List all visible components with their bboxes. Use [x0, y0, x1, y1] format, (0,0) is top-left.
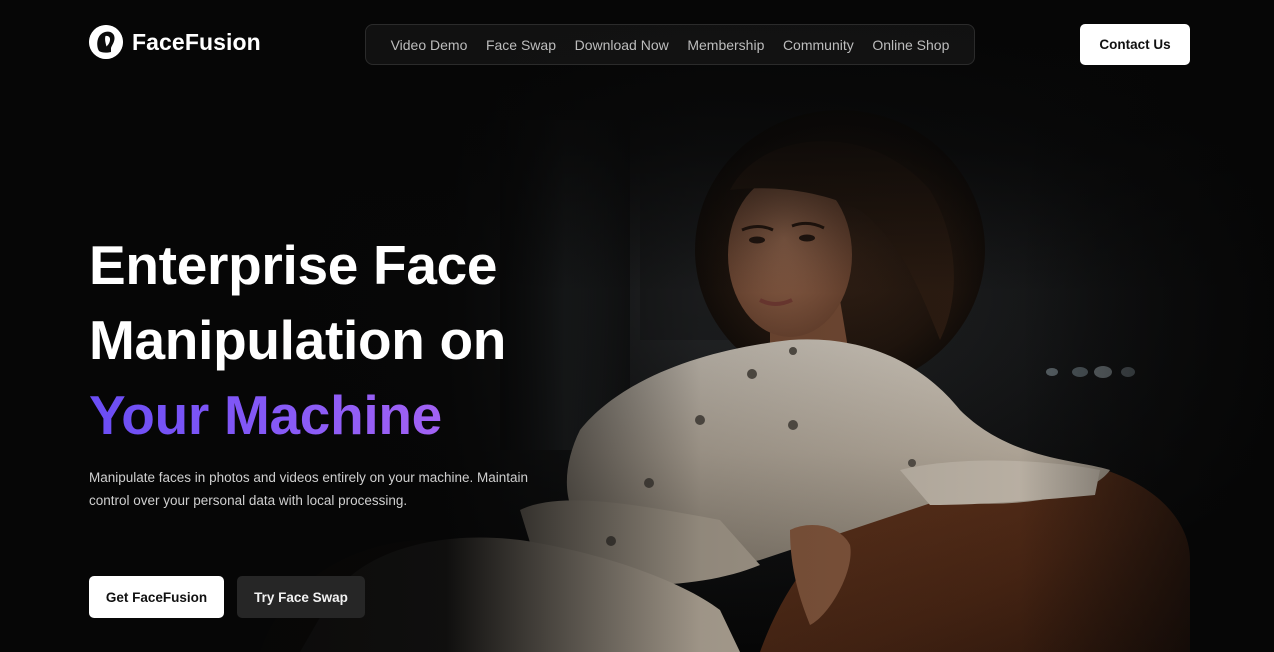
hero-headline: Enterprise Face Manipulation on Your Mac…: [89, 228, 609, 453]
contact-us-button[interactable]: Contact Us: [1080, 24, 1190, 65]
headline-line-1: Enterprise Face: [89, 234, 498, 296]
nav-item-community[interactable]: Community: [783, 37, 854, 53]
get-facefusion-button[interactable]: Get FaceFusion: [89, 576, 224, 618]
headline-accent: Your Machine: [89, 378, 609, 453]
nav-item-video-demo[interactable]: Video Demo: [391, 37, 468, 53]
nav-item-membership[interactable]: Membership: [687, 37, 764, 53]
main-nav: Video Demo Face Swap Download Now Member…: [365, 24, 975, 65]
brand-logo[interactable]: FaceFusion: [89, 24, 261, 60]
headline-line-2: Manipulation on: [89, 309, 507, 371]
brand-name: FaceFusion: [132, 28, 261, 55]
nav-item-online-shop[interactable]: Online Shop: [872, 37, 949, 53]
try-face-swap-button[interactable]: Try Face Swap: [237, 576, 365, 618]
hero-subtext: Manipulate faces in photos and videos en…: [89, 470, 529, 508]
nav-item-face-swap[interactable]: Face Swap: [486, 37, 556, 53]
nav-item-download-now[interactable]: Download Now: [575, 37, 669, 53]
face-silhouette-logo-icon: [89, 25, 123, 59]
